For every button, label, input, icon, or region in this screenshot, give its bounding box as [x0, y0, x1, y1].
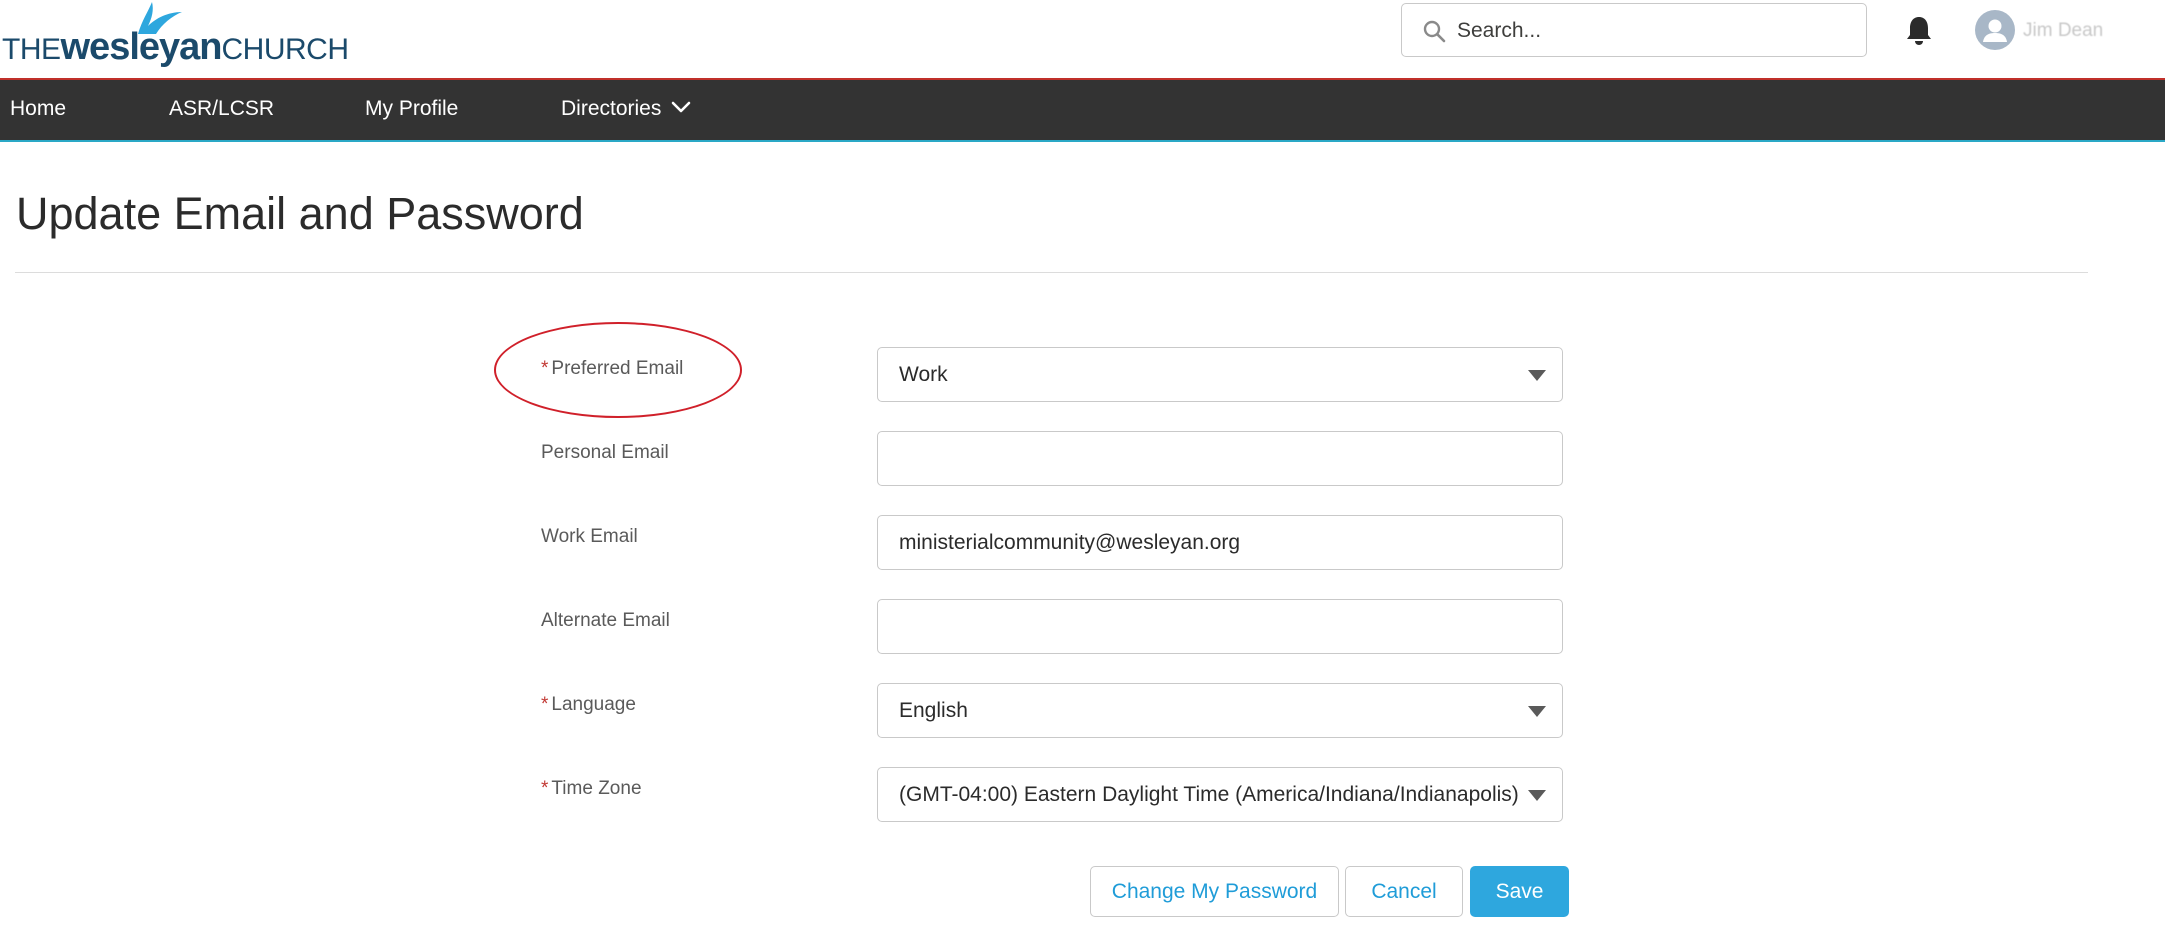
nav-item-directories-label: Directories	[561, 97, 662, 120]
nav-item-home[interactable]: Home	[10, 97, 66, 121]
page-title: Update Email and Password	[16, 188, 584, 239]
title-divider	[15, 272, 2088, 273]
change-password-button[interactable]: Change My Password	[1090, 866, 1339, 917]
dropdown-arrow-icon	[1528, 706, 1546, 717]
preferred-email-label-text: Preferred Email	[551, 358, 684, 379]
work-email-label: Work Email	[541, 526, 638, 547]
bell-icon[interactable]	[1905, 15, 1933, 45]
language-label-text: Language	[551, 694, 636, 715]
logo-wordmark: THEwesleyanCHURCH	[2, 26, 349, 69]
time-zone-select[interactable]: (GMT-04:00) Eastern Daylight Time (Ameri…	[877, 767, 1563, 822]
preferred-email-select[interactable]: Work	[877, 347, 1563, 402]
logo-wesleyan-text: wesleyan	[60, 26, 223, 68]
logo-church-text: CHURCH	[221, 33, 350, 66]
time-zone-label: * Time Zone	[541, 778, 642, 800]
search-input[interactable]	[1457, 12, 1852, 50]
language-label: * Language	[541, 694, 636, 716]
alternate-email-field-wrapper	[877, 599, 1563, 654]
dropdown-arrow-icon	[1528, 790, 1546, 801]
preferred-email-label: * Preferred Email	[541, 358, 683, 380]
personal-email-field-wrapper	[877, 431, 1563, 486]
user-name[interactable]: Jim Dean	[2023, 20, 2103, 42]
alternate-email-field[interactable]	[899, 608, 1539, 646]
nav-item-directories[interactable]: Directories	[561, 97, 691, 121]
main-nav-bar: Home ASR/LCSR My Profile Directories	[0, 78, 2165, 142]
cancel-button[interactable]: Cancel	[1345, 866, 1463, 917]
search-box[interactable]	[1401, 3, 1867, 57]
logo-the-text: THE	[2, 33, 61, 66]
time-zone-value: (GMT-04:00) Eastern Daylight Time (Ameri…	[899, 783, 1519, 806]
personal-email-field[interactable]	[899, 440, 1539, 478]
work-email-field-wrapper	[877, 515, 1563, 570]
person-icon	[1983, 19, 2007, 42]
search-icon	[1423, 20, 1446, 43]
wesleyan-church-logo[interactable]: THEwesleyanCHURCH	[0, 0, 349, 70]
nav-item-asr-lcsr[interactable]: ASR/LCSR	[169, 97, 274, 121]
language-select[interactable]: English	[877, 683, 1563, 738]
time-zone-label-text: Time Zone	[551, 778, 642, 799]
nav-item-my-profile[interactable]: My Profile	[365, 97, 458, 121]
required-marker: *	[541, 778, 549, 799]
personal-email-label: Personal Email	[541, 442, 669, 463]
chevron-down-icon	[672, 102, 691, 113]
alternate-email-label: Alternate Email	[541, 610, 670, 631]
dropdown-arrow-icon	[1528, 370, 1546, 381]
required-marker: *	[541, 358, 549, 379]
preferred-email-value: Work	[899, 363, 948, 386]
save-button[interactable]: Save	[1470, 866, 1569, 917]
top-header: THEwesleyanCHURCH Jim Dean	[0, 0, 2165, 78]
user-avatar-icon[interactable]	[1975, 10, 2015, 50]
required-marker: *	[541, 694, 549, 715]
language-value: English	[899, 699, 968, 722]
work-email-field[interactable]	[899, 524, 1539, 562]
